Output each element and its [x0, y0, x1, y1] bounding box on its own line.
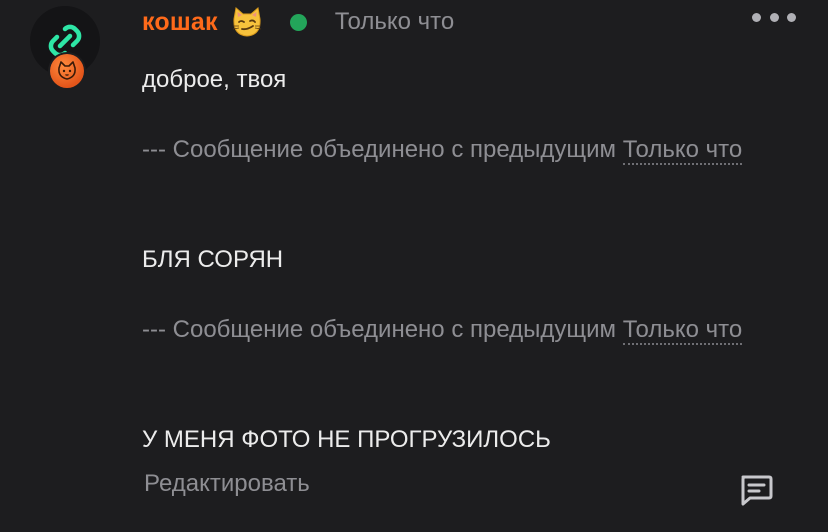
more-options-button[interactable]: [752, 4, 796, 30]
cat-badge: [48, 52, 86, 90]
merge-notice-time[interactable]: Только что: [622, 136, 743, 165]
online-status-indicator: [289, 13, 307, 31]
smirking-cat-emoji-icon: [230, 5, 264, 39]
message-text: У МЕНЯ ФОТО НЕ ПРОГРУЗИЛОСЬ: [142, 426, 551, 453]
comment-icon: [741, 475, 773, 506]
post-timestamp[interactable]: Только что: [335, 8, 454, 36]
edit-button[interactable]: Редактировать: [144, 470, 310, 498]
merged-post: кошак Только что доброе, твоя --- Сообще…: [0, 0, 828, 532]
cat-badge-icon: [58, 61, 76, 80]
message-text: БЛЯ СОРЯН: [142, 246, 284, 273]
more-horizontal-icon: [752, 12, 761, 22]
merge-notice: --- Сообщение объединено с предыдущим То…: [142, 130, 792, 170]
author-name[interactable]: кошак: [142, 8, 218, 37]
avatar[interactable]: [28, 4, 104, 92]
merge-notice-time[interactable]: Только что: [622, 316, 743, 345]
merge-notice-text: --- Сообщение объединено с предыдущим: [142, 136, 617, 163]
merge-notice-text: --- Сообщение объединено с предыдущим: [142, 316, 617, 343]
message-text: доброе, твоя: [142, 66, 287, 93]
merge-notice: --- Сообщение объединено с предыдущим То…: [142, 310, 792, 350]
comment-button[interactable]: [736, 470, 776, 510]
post-header: кошак Только что: [142, 2, 454, 42]
